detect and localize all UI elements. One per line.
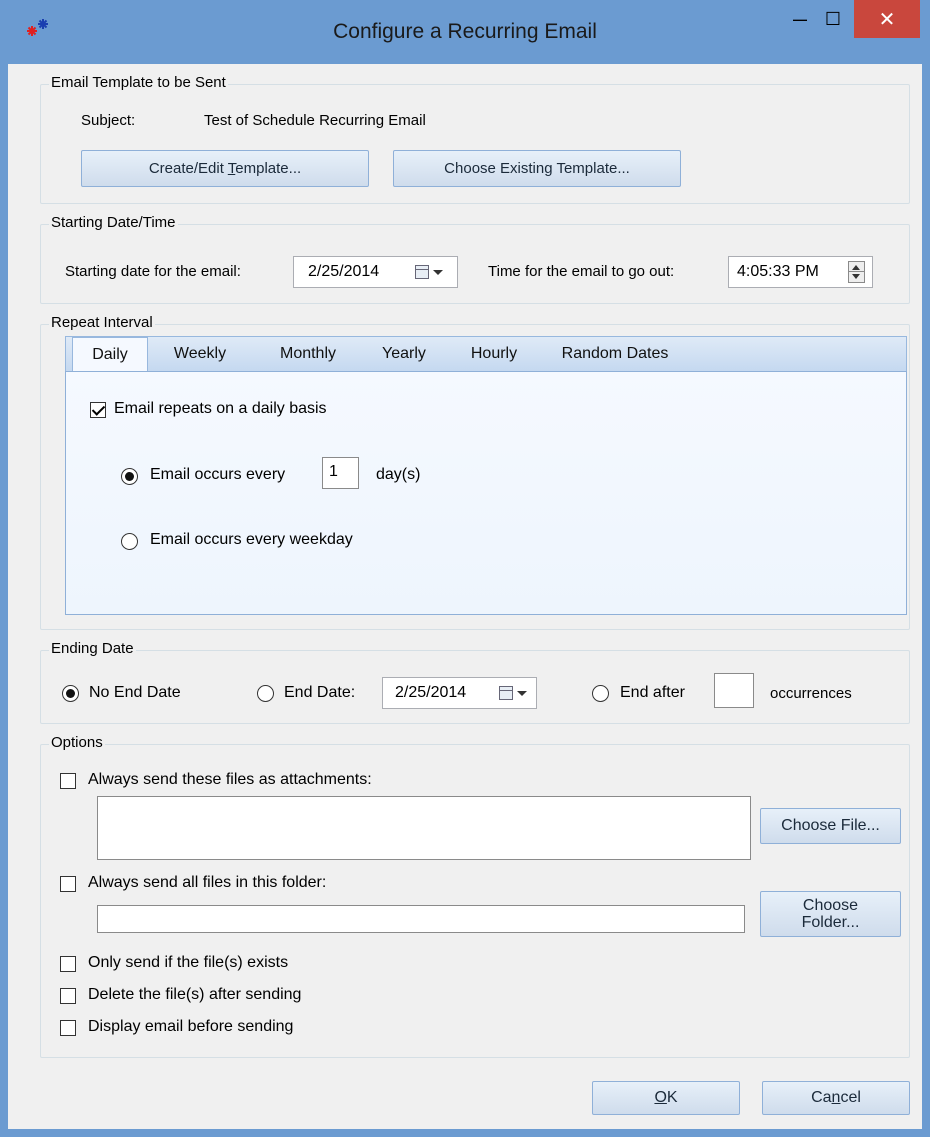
- options-group: Options Always send these files as attac…: [40, 734, 910, 1058]
- choose-folder-label-line2: Folder...: [801, 914, 860, 931]
- every-n-days-radio[interactable]: [121, 468, 138, 485]
- every-n-days-label: Email occurs every: [150, 466, 286, 483]
- end-date-label: End Date:: [284, 684, 356, 701]
- end-date-picker[interactable]: 2/25/2014: [382, 677, 537, 709]
- time-spinner[interactable]: [848, 261, 865, 283]
- dialog-window: Configure a Recurring Email — ☐ ✕ Email …: [0, 0, 930, 1137]
- dialog-client-area: Email Template to be Sent Subject: Test …: [8, 64, 922, 1129]
- subject-label: Subject:: [81, 112, 136, 129]
- cancel-label: Cancel: [811, 1089, 861, 1106]
- start-date-picker[interactable]: 2/25/2014: [293, 256, 458, 288]
- end-after-label: End after: [620, 684, 685, 701]
- no-end-date-radio[interactable]: [62, 685, 79, 702]
- ending-date-group: Ending Date No End Date End Date: 2/25/2…: [40, 640, 910, 724]
- start-date-label: Starting date for the email:: [65, 263, 241, 280]
- send-folder-label: Always send all files in this folder:: [88, 874, 327, 891]
- every-weekday-label: Email occurs every weekday: [150, 531, 353, 548]
- start-time-label: Time for the email to go out:: [488, 263, 675, 280]
- choose-folder-label-line1: Choose: [802, 897, 859, 914]
- every-n-days-input[interactable]: 1: [322, 457, 359, 489]
- minimize-button[interactable]: —: [785, 0, 815, 38]
- start-time-input[interactable]: 4:05:33 PM: [728, 256, 873, 288]
- close-button[interactable]: ✕: [854, 0, 920, 38]
- close-icon: ✕: [878, 8, 896, 31]
- every-weekday-radio[interactable]: [121, 533, 138, 550]
- attach-files-checkbox[interactable]: [60, 773, 76, 789]
- display-before-label: Display email before sending: [88, 1018, 294, 1035]
- tab-yearly[interactable]: Yearly: [369, 337, 439, 373]
- repeat-interval-legend: Repeat Interval: [49, 314, 155, 331]
- calendar-icon: [499, 686, 513, 700]
- only-if-exists-checkbox[interactable]: [60, 956, 76, 972]
- end-date-value: 2/25/2014: [395, 684, 467, 701]
- daily-repeat-checkbox[interactable]: [90, 402, 106, 418]
- attachments-list[interactable]: [97, 796, 751, 860]
- daily-repeat-label: Email repeats on a daily basis: [114, 400, 327, 417]
- ok-label: OK: [654, 1089, 678, 1106]
- starting-datetime-group: Starting Date/Time Starting date for the…: [40, 214, 910, 304]
- tab-daily[interactable]: Daily: [72, 337, 148, 374]
- display-before-checkbox[interactable]: [60, 1020, 76, 1036]
- occurrences-input[interactable]: [714, 673, 754, 708]
- start-date-value: 2/25/2014: [308, 263, 380, 280]
- minimize-icon: —: [793, 11, 807, 27]
- ok-button[interactable]: OK: [592, 1081, 740, 1115]
- every-n-days-value: 1: [329, 463, 338, 480]
- no-end-date-label: No End Date: [89, 684, 181, 701]
- chevron-down-icon: [433, 270, 443, 275]
- cancel-button[interactable]: Cancel: [762, 1081, 910, 1115]
- spin-divider: [849, 271, 864, 272]
- only-if-exists-label: Only send if the file(s) exists: [88, 954, 289, 971]
- days-unit-label: day(s): [376, 466, 421, 483]
- tab-hourly[interactable]: Hourly: [456, 337, 532, 373]
- create-edit-template-button[interactable]: Create/Edit Template...: [81, 150, 369, 187]
- choose-folder-button[interactable]: Choose Folder...: [760, 891, 901, 937]
- subject-value: Test of Schedule Recurring Email: [204, 112, 426, 129]
- chevron-down-icon: [517, 691, 527, 696]
- end-after-radio[interactable]: [592, 685, 609, 702]
- attach-files-label: Always send these files as attachments:: [88, 771, 372, 788]
- daily-tab-panel: Email repeats on a daily basis Email occ…: [65, 371, 907, 615]
- calendar-icon: [415, 265, 429, 279]
- maximize-icon: ☐: [824, 8, 842, 29]
- starting-datetime-legend: Starting Date/Time: [49, 214, 178, 231]
- end-date-radio[interactable]: [257, 685, 274, 702]
- email-template-legend: Email Template to be Sent: [49, 74, 228, 91]
- tab-monthly[interactable]: Monthly: [263, 337, 353, 373]
- tab-weekly[interactable]: Weekly: [162, 337, 238, 373]
- send-folder-checkbox[interactable]: [60, 876, 76, 892]
- delete-after-checkbox[interactable]: [60, 988, 76, 1004]
- spin-down-icon: [852, 274, 860, 279]
- choose-existing-template-button[interactable]: Choose Existing Template...: [393, 150, 681, 187]
- repeat-tabstrip: Daily Weekly Monthly Yearly Hourly Rando…: [65, 336, 907, 374]
- delete-after-label: Delete the file(s) after sending: [88, 986, 302, 1003]
- tab-random-dates[interactable]: Random Dates: [548, 337, 682, 373]
- folder-path-input[interactable]: [97, 905, 745, 933]
- create-edit-template-label: Create/Edit Template...: [148, 160, 302, 177]
- title-bar[interactable]: Configure a Recurring Email — ☐ ✕: [0, 0, 930, 64]
- spin-up-icon: [852, 265, 860, 270]
- occurrences-label: occurrences: [770, 685, 852, 702]
- start-time-value: 4:05:33 PM: [737, 263, 819, 280]
- ending-date-legend: Ending Date: [49, 640, 136, 657]
- email-template-group: Email Template to be Sent Subject: Test …: [40, 74, 910, 204]
- maximize-button[interactable]: ☐: [815, 0, 851, 38]
- options-legend: Options: [49, 734, 105, 751]
- choose-file-button[interactable]: Choose File...: [760, 808, 901, 844]
